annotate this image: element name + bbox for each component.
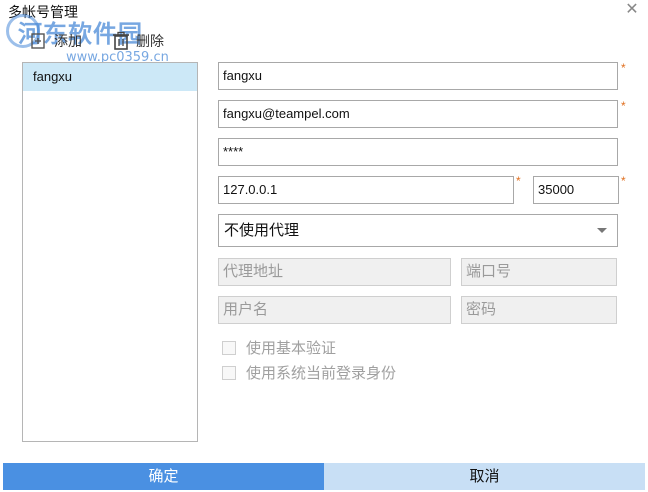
server-port-field[interactable]: 35000 — [533, 176, 619, 204]
proxy-password-field[interactable]: 密码 — [461, 296, 617, 324]
password-field[interactable]: **** — [218, 138, 618, 166]
trash-icon — [112, 31, 130, 51]
system-identity-checkbox[interactable]: 使用系统当前登录身份 — [222, 362, 396, 383]
checkbox-box[interactable] — [222, 340, 236, 355]
required-mark: * — [621, 99, 626, 113]
proxy-port-field[interactable]: 端口号 — [461, 258, 617, 286]
checkbox-box[interactable] — [222, 365, 236, 380]
add-icon — [30, 31, 48, 51]
system-identity-label: 使用系统当前登录身份 — [246, 365, 397, 382]
basic-auth-checkbox[interactable]: 使用基本验证 — [222, 337, 336, 358]
cancel-button[interactable]: 取消 — [324, 463, 645, 490]
ok-button[interactable]: 确定 — [3, 463, 324, 490]
proxy-type-select[interactable]: 不使用代理 — [218, 214, 618, 247]
required-mark: * — [621, 61, 626, 75]
add-label: 添加 — [54, 33, 82, 49]
required-mark: * — [621, 174, 626, 188]
account-list[interactable]: fangxu — [22, 62, 198, 442]
chevron-down-icon[interactable] — [597, 228, 607, 233]
add-account-button[interactable]: 添加 — [30, 31, 82, 51]
delete-label: 删除 — [136, 33, 164, 49]
basic-auth-label: 使用基本验证 — [246, 340, 337, 357]
close-icon[interactable]: ✕ — [624, 1, 640, 19]
username-field[interactable]: fangxu — [218, 62, 618, 90]
proxy-username-field[interactable]: 用户名 — [218, 296, 451, 324]
required-mark: * — [516, 174, 521, 188]
proxy-type-value: 不使用代理 — [224, 222, 300, 239]
proxy-address-field[interactable]: 代理地址 — [218, 258, 451, 286]
email-field[interactable]: fangxu@teampel.com — [218, 100, 618, 128]
account-list-item[interactable]: fangxu — [23, 63, 197, 91]
window-title: 多帐号管理 — [8, 4, 78, 20]
server-address-field[interactable]: 127.0.0.1 — [218, 176, 514, 204]
delete-account-button[interactable]: 删除 — [112, 31, 164, 51]
